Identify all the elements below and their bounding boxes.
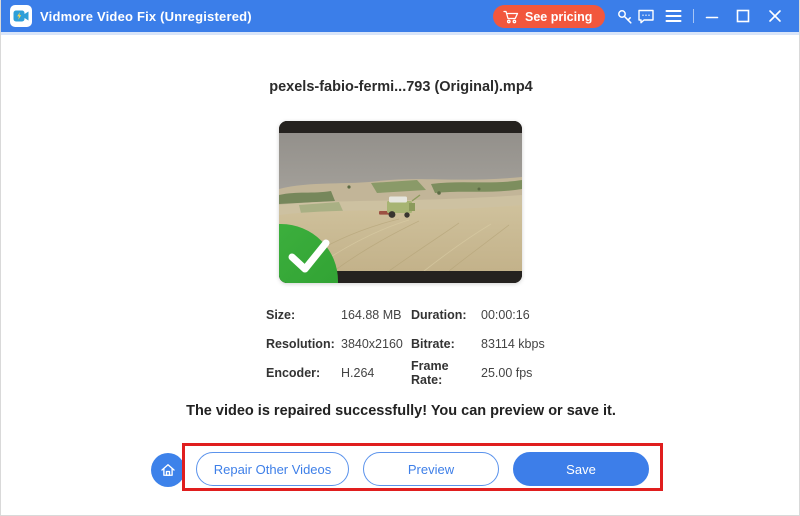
info-value: 25.00 fps <box>481 366 558 380</box>
maximize-icon <box>736 9 750 23</box>
minimize-button[interactable] <box>700 0 724 32</box>
window-title: Vidmore Video Fix (Unregistered) <box>40 0 252 32</box>
maximize-button[interactable] <box>731 0 755 32</box>
app-window: Vidmore Video Fix (Unregistered) See pri… <box>0 0 800 516</box>
repair-success-badge <box>279 221 341 283</box>
video-thumbnail <box>279 121 522 283</box>
info-label: Encoder: <box>266 366 341 380</box>
preview-button[interactable]: Preview <box>363 452 499 486</box>
info-label: Size: <box>266 308 341 322</box>
see-pricing-button[interactable]: See pricing <box>493 5 605 28</box>
see-pricing-label: See pricing <box>525 10 592 24</box>
info-value: 83114 kbps <box>481 337 558 351</box>
titlebar-bottom-strip <box>1 32 800 35</box>
cart-icon <box>503 10 519 24</box>
info-label: Bitrate: <box>411 337 481 351</box>
info-value: 00:00:16 <box>481 308 558 322</box>
video-info-grid: Size: 164.88 MB Duration: 00:00:16 Resol… <box>266 300 558 387</box>
key-icon <box>616 8 633 25</box>
info-value: H.264 <box>341 366 411 380</box>
app-logo-icon <box>10 5 32 27</box>
close-button[interactable] <box>763 0 787 32</box>
info-label: Frame Rate: <box>411 359 481 387</box>
home-button[interactable] <box>151 453 185 487</box>
titlebar: Vidmore Video Fix (Unregistered) See pri… <box>1 0 800 32</box>
register-button[interactable] <box>612 0 636 32</box>
house-icon <box>159 461 177 479</box>
close-icon <box>768 9 782 23</box>
minimize-icon <box>705 9 719 23</box>
titlebar-separator <box>693 9 694 23</box>
hamburger-icon <box>665 9 682 23</box>
speech-bubble-icon <box>637 8 655 25</box>
save-button[interactable]: Save <box>513 452 649 486</box>
video-filename: pexels-fabio-fermi...793 (Original).mp4 <box>1 79 800 95</box>
info-label: Duration: <box>411 308 481 322</box>
repair-other-videos-button[interactable]: Repair Other Videos <box>196 452 349 486</box>
info-label: Resolution: <box>266 337 341 351</box>
feedback-button[interactable] <box>634 0 658 32</box>
info-value: 3840x2160 <box>341 337 411 351</box>
success-message: The video is repaired successfully! You … <box>1 403 800 419</box>
info-value: 164.88 MB <box>341 308 411 322</box>
menu-button[interactable] <box>661 0 685 32</box>
